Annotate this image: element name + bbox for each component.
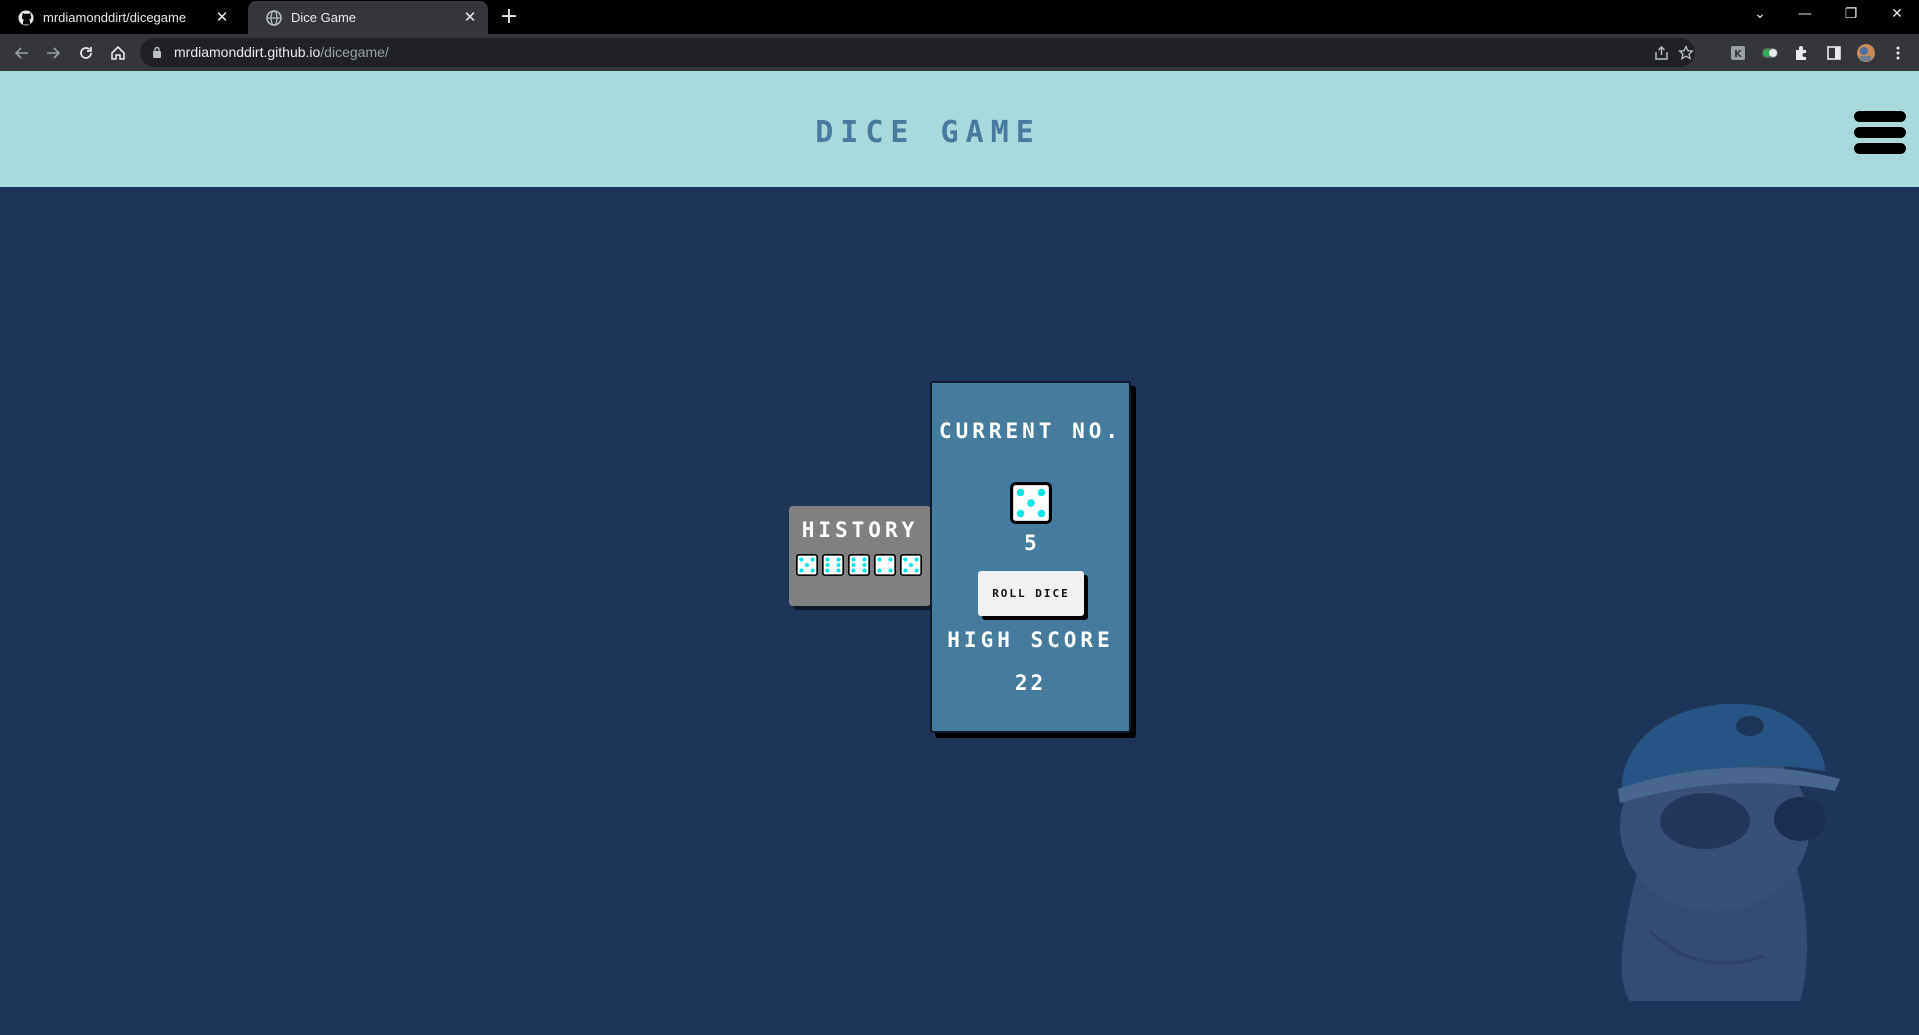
tab-github[interactable]: mrdiamonddirt/dicegame ✕ [0, 1, 240, 34]
github-icon [18, 10, 34, 25]
history-dice-list [796, 554, 922, 576]
die-pip [862, 557, 867, 562]
die-pip [825, 557, 830, 562]
page-content: DICE GAME HISTORY CURRENT NO. 5 ROLL DIC… [0, 71, 1919, 1035]
die-pip [1016, 509, 1025, 518]
page-title: DICE GAME [815, 115, 1041, 150]
profile-avatar-icon[interactable] [1856, 43, 1876, 63]
die-pip [836, 557, 841, 562]
address-bar[interactable]: mrdiamonddirt.github.io/dicegame/ [140, 38, 1695, 67]
die-pip [825, 563, 830, 567]
die-pip [914, 568, 919, 573]
tab-dice-game[interactable]: Dice Game ✕ [248, 1, 488, 34]
browser-menu-icon[interactable] [1888, 43, 1908, 63]
site-header: DICE GAME [0, 71, 1919, 187]
url-path: /dicegame/ [320, 44, 389, 60]
current-number-value: 5 [1024, 531, 1037, 555]
history-die-icon [848, 554, 870, 576]
die-pip [851, 568, 856, 573]
svg-text:K: K [1734, 49, 1743, 60]
roll-dice-button[interactable]: ROLL DICE [978, 571, 1084, 616]
die-pip [914, 557, 919, 562]
lock-icon [153, 46, 161, 58]
current-number-label: CURRENT NO. [938, 419, 1123, 443]
die-pip [862, 568, 867, 573]
die-pip [825, 568, 830, 573]
close-window-icon[interactable]: ✕ [1877, 0, 1917, 30]
high-score-value: 22 [1014, 671, 1047, 695]
current-die-icon [1010, 482, 1052, 524]
close-tab-icon[interactable]: ✕ [214, 9, 230, 26]
history-panel: HISTORY [789, 506, 931, 606]
history-die-icon [900, 554, 922, 576]
extensions-puzzle-icon[interactable] [1792, 43, 1812, 63]
back-icon[interactable] [9, 40, 35, 66]
home-icon[interactable] [105, 40, 131, 66]
share-icon[interactable] [1651, 43, 1671, 63]
history-die-icon [874, 554, 896, 576]
globe-icon [266, 9, 282, 26]
die-pip [877, 557, 882, 562]
side-panel-icon[interactable] [1824, 43, 1844, 63]
die-pip [888, 557, 893, 562]
die-pip [1016, 488, 1025, 497]
game-card: CURRENT NO. 5 ROLL DICE HIGH SCORE 22 [930, 381, 1131, 733]
die-pip [799, 568, 804, 573]
history-die-icon [822, 554, 844, 576]
tab-title: mrdiamonddirt/dicegame [43, 10, 187, 25]
die-pip [1037, 509, 1046, 518]
url-host: mrdiamonddirt.github.io [174, 44, 321, 60]
die-pip [1027, 499, 1035, 507]
die-pip [805, 563, 809, 567]
die-pip [877, 568, 882, 573]
tab-search-icon[interactable]: ⌄ [1740, 0, 1780, 30]
die-pip [862, 563, 867, 567]
forward-icon[interactable] [40, 40, 66, 66]
restore-icon[interactable]: ❐ [1831, 0, 1871, 30]
tab-title: Dice Game [291, 10, 357, 25]
die-pip [851, 563, 856, 567]
history-die-icon [796, 554, 818, 576]
browser-toolbar: mrdiamonddirt.github.io/dicegame/ K [0, 34, 1919, 71]
die-pip [903, 557, 908, 562]
die-pip [909, 563, 913, 567]
die-pip [836, 568, 841, 573]
die-pip [851, 557, 856, 562]
die-pip [810, 557, 815, 562]
close-tab-icon[interactable]: ✕ [462, 9, 478, 26]
history-label: HISTORY [801, 518, 919, 542]
die-pip [888, 568, 893, 573]
extension-toggle-icon[interactable] [1760, 43, 1780, 63]
minimize-icon[interactable]: — [1785, 0, 1825, 30]
die-pip [1037, 488, 1046, 497]
dog-mascot-image [1618, 703, 1840, 1001]
new-tab-button[interactable]: + [496, 5, 522, 31]
tab-strip: mrdiamonddirt/dicegame ✕ Dice Game ✕ + ⌄… [0, 0, 1919, 34]
die-pip [799, 557, 804, 562]
bookmark-star-icon[interactable] [1676, 43, 1696, 63]
high-score-label: HIGH SCORE [947, 628, 1114, 652]
die-pip [903, 568, 908, 573]
die-pip [810, 568, 815, 573]
die-pip [836, 563, 841, 567]
current-die [1010, 482, 1052, 528]
reload-icon[interactable] [73, 40, 99, 66]
extension-k-icon[interactable]: K [1728, 43, 1748, 63]
url-text: mrdiamonddirt.github.io/dicegame/ [174, 44, 389, 60]
hamburger-menu-icon[interactable] [1854, 111, 1906, 155]
